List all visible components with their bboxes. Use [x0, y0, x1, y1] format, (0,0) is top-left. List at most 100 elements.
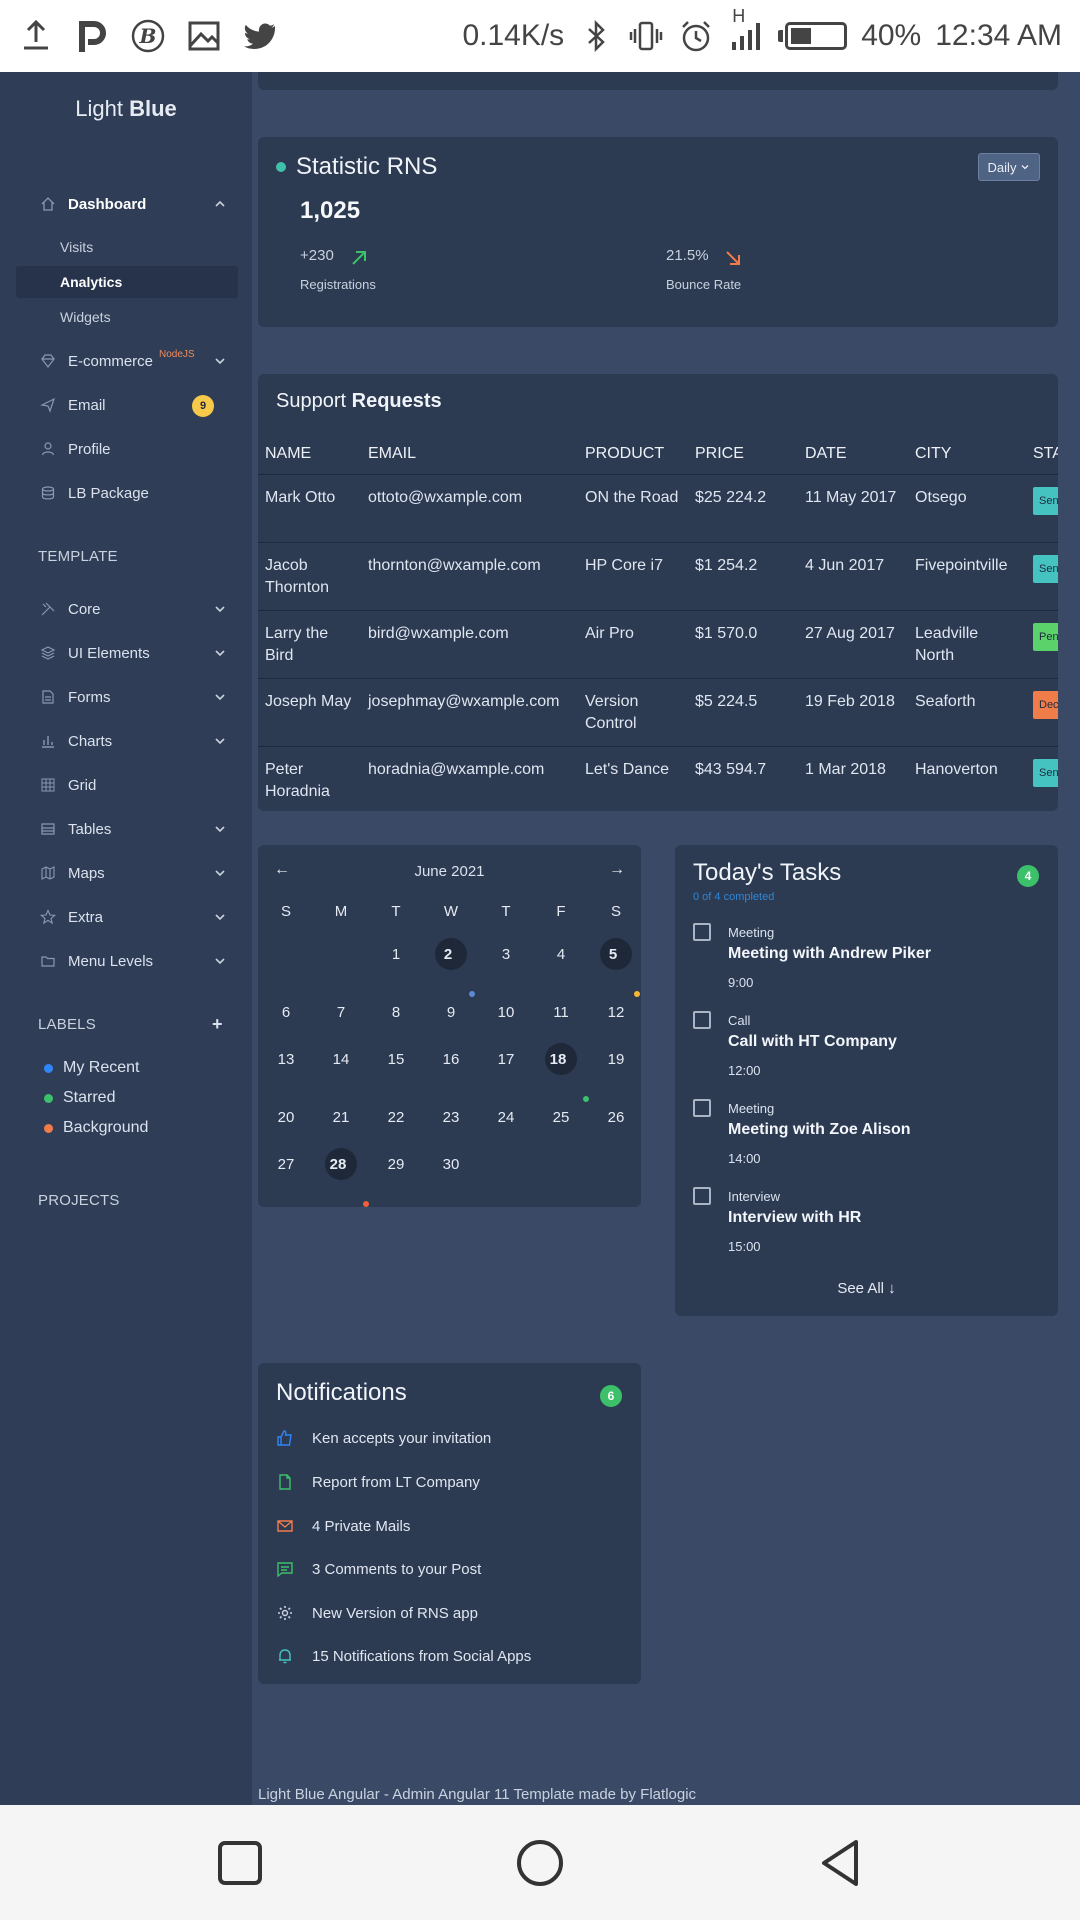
- calendar-day[interactable]: 16: [431, 1039, 471, 1079]
- calendar-day[interactable]: 25: [541, 1097, 581, 1137]
- cell-price: $5 224.5: [688, 678, 798, 747]
- next-month-button[interactable]: →: [609, 861, 625, 879]
- brand-logo[interactable]: Light Blue: [0, 96, 252, 122]
- task-name[interactable]: Interview with HR: [728, 1209, 861, 1227]
- column-header[interactable]: DATE: [798, 434, 908, 475]
- sidebar-item-grid[interactable]: Grid: [16, 768, 238, 802]
- task-name[interactable]: Call with HT Company: [728, 1033, 897, 1051]
- day-number: 3: [501, 945, 511, 963]
- notification-item[interactable]: New Version of RNS app: [276, 1604, 478, 1622]
- task-checkbox[interactable]: [693, 1099, 711, 1117]
- day-number: 20: [277, 1108, 295, 1126]
- label-starred[interactable]: Starred: [44, 1089, 115, 1107]
- sidebar-item-profile[interactable]: Profile: [16, 432, 238, 466]
- calendar-day[interactable]: 18: [541, 1039, 590, 1102]
- calendar-day[interactable]: 11: [541, 992, 581, 1032]
- notification-item[interactable]: 3 Comments to your Post: [276, 1560, 481, 1578]
- calendar-day[interactable]: 29: [376, 1144, 416, 1184]
- calendar-day[interactable]: 8: [376, 992, 416, 1032]
- sidebar-item-extra[interactable]: Extra: [16, 900, 238, 934]
- android-nav-bar: [0, 1805, 1080, 1920]
- calendar-day[interactable]: 1: [376, 934, 416, 974]
- notification-item[interactable]: Report from LT Company: [276, 1473, 480, 1491]
- calendar-day[interactable]: 23: [431, 1097, 471, 1137]
- back-button[interactable]: [814, 1837, 866, 1889]
- notification-item[interactable]: 4 Private Mails: [276, 1517, 410, 1535]
- label-background[interactable]: Background: [44, 1119, 148, 1137]
- sidebar-item-menu-levels[interactable]: Menu Levels: [16, 944, 238, 978]
- column-header[interactable]: STATUS: [1026, 434, 1058, 475]
- sidebar-item-ecommerce[interactable]: E-commerce NodeJS: [16, 344, 238, 378]
- calendar-day[interactable]: 12: [596, 992, 636, 1032]
- sidebar-item-charts[interactable]: Charts: [16, 724, 238, 758]
- table-row[interactable]: Mark Otto ottoto@wxample.com ON the Road $2…: [258, 474, 1058, 543]
- calendar-day[interactable]: 13: [266, 1039, 306, 1079]
- calendar-day[interactable]: 15: [376, 1039, 416, 1079]
- sidebar-item-lb-package[interactable]: LB Package: [16, 476, 238, 510]
- brand-bold: Blue: [129, 96, 177, 121]
- calendar-day[interactable]: 30: [431, 1144, 471, 1184]
- home-button[interactable]: [514, 1837, 566, 1889]
- sidebar-item-email[interactable]: Email 9: [16, 388, 238, 422]
- title-bold: Requests: [351, 390, 442, 412]
- notification-item[interactable]: 15 Notifications from Social Apps: [276, 1647, 531, 1665]
- sidebar-item-label: Dashboard: [68, 195, 147, 213]
- sidebar-item-maps[interactable]: Maps: [16, 856, 238, 890]
- sidebar-item-core[interactable]: Core: [16, 592, 238, 626]
- label-dot: [44, 1123, 53, 1133]
- calendar-day[interactable]: 6: [266, 992, 306, 1032]
- calendar-day[interactable]: 9: [431, 992, 471, 1032]
- calendar-day[interactable]: 17: [486, 1039, 526, 1079]
- sidebar-subitem-widgets[interactable]: Widgets: [16, 301, 238, 333]
- signal-type: H: [732, 6, 746, 26]
- column-header[interactable]: PRICE: [688, 434, 798, 475]
- chevron-down-icon: [212, 909, 228, 925]
- label-my-recent[interactable]: My Recent: [44, 1059, 139, 1077]
- column-header[interactable]: NAME: [258, 434, 361, 475]
- calendar-day[interactable]: 14: [321, 1039, 361, 1079]
- calendar-day[interactable]: 7: [321, 992, 361, 1032]
- calendar-day[interactable]: 19: [596, 1039, 636, 1079]
- task-category: Call: [728, 1013, 751, 1028]
- calendar-day[interactable]: 24: [486, 1097, 526, 1137]
- calendar-day[interactable]: 27: [266, 1144, 306, 1184]
- column-header[interactable]: CITY: [908, 434, 1026, 475]
- task-time: 14:00: [728, 1151, 761, 1166]
- sidebar-item-ui-elements[interactable]: UI Elements: [16, 636, 238, 670]
- table-row[interactable]: Peter Horadnia horadnia@wxample.com Let's …: [258, 746, 1058, 811]
- notification-text: 3 Comments to your Post: [312, 1560, 482, 1578]
- column-header[interactable]: PRODUCT: [578, 434, 688, 475]
- chevron-up-icon: [212, 196, 228, 212]
- calendar-day[interactable]: 5: [596, 934, 641, 997]
- table-row[interactable]: Larry the Bird bird@wxample.com Air Pro $1 …: [258, 610, 1058, 679]
- period-dropdown[interactable]: Daily: [978, 153, 1040, 181]
- parking-app-icon: [74, 18, 110, 54]
- calendar-day[interactable]: 28: [321, 1144, 370, 1207]
- task-checkbox[interactable]: [693, 1187, 711, 1205]
- calendar-day[interactable]: 21: [321, 1097, 361, 1137]
- calendar-day[interactable]: 2: [431, 934, 476, 997]
- table-row[interactable]: Joseph May josephmay@wxample.com Version C…: [258, 678, 1058, 747]
- calendar-day[interactable]: 22: [376, 1097, 416, 1137]
- calendar-day[interactable]: 3: [486, 934, 526, 974]
- sidebar-item-dashboard[interactable]: Dashboard: [16, 187, 238, 221]
- notification-item[interactable]: Ken accepts your invitation: [276, 1429, 491, 1447]
- sidebar-subitem-analytics[interactable]: Analytics: [16, 266, 238, 298]
- add-label-button[interactable]: +: [212, 1014, 223, 1035]
- task-name[interactable]: Meeting with Zoe Alison: [728, 1121, 911, 1139]
- task-name[interactable]: Meeting with Andrew Piker: [728, 945, 931, 963]
- see-all-link[interactable]: See All ↓: [675, 1280, 1058, 1297]
- table-row[interactable]: Jacob Thornton thornton@wxample.com HP Cor…: [258, 542, 1058, 611]
- task-time: 9:00: [728, 975, 754, 990]
- calendar-day[interactable]: 4: [541, 934, 581, 974]
- task-checkbox[interactable]: [693, 923, 711, 941]
- task-checkbox[interactable]: [693, 1011, 711, 1029]
- calendar-day[interactable]: 10: [486, 992, 526, 1032]
- sidebar-subitem-visits[interactable]: Visits: [16, 231, 238, 263]
- column-header[interactable]: EMAIL: [361, 434, 578, 475]
- sidebar-item-forms[interactable]: Forms: [16, 680, 238, 714]
- calendar-day[interactable]: 20: [266, 1097, 306, 1137]
- sidebar-item-tables[interactable]: Tables: [16, 812, 238, 846]
- calendar-day[interactable]: 26: [596, 1097, 636, 1137]
- recent-apps-button[interactable]: [214, 1837, 266, 1889]
